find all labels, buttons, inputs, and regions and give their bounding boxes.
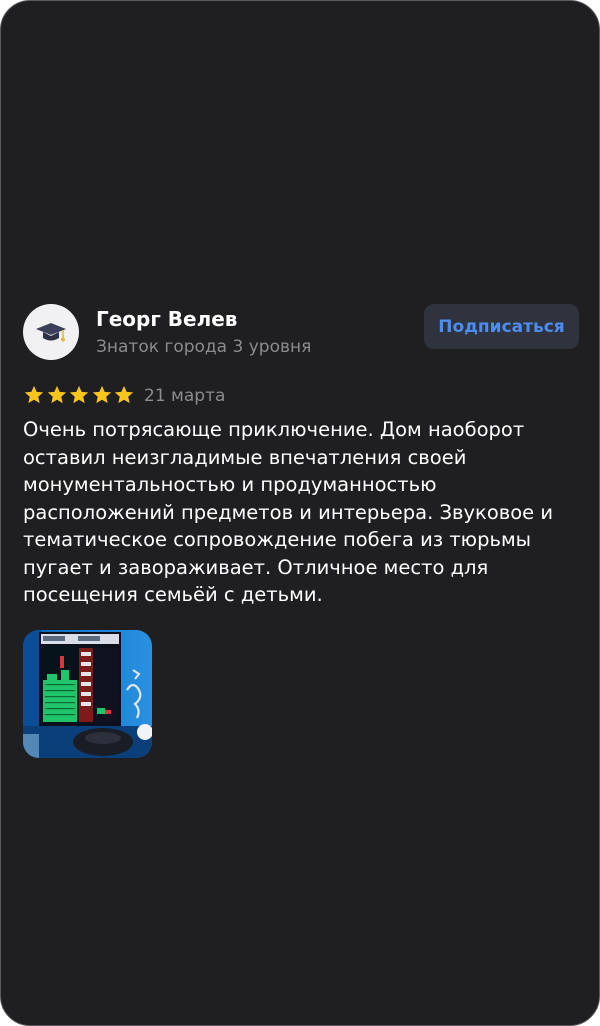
review-text: Очень потрясающе приключение. Дом наобор… [23,416,579,609]
subscribe-button[interactable]: Подписаться [424,304,579,349]
review-text-line: тематическое сопровождение побега из тюр… [23,528,532,551]
star-icon [69,385,89,404]
star-icon [47,385,66,404]
graduation-cap-icon [36,323,66,342]
star-icon [114,385,134,404]
review-text-line: монументальностью и продуманностью [23,473,437,496]
author-level: Знаток города 3 уровня [96,337,312,357]
star-icon [92,385,111,404]
rating-stars [23,384,136,408]
arcade-tetris-photo [23,630,152,758]
review-text-line: пугает и завораживает. Отличное место дл… [23,555,489,579]
review-text-line: посещения семьёй с детьми. [23,583,323,606]
author-name[interactable]: Георг Велев [96,306,237,332]
review-text-line: Очень потрясающе приключение. Дом наобор… [23,418,525,441]
review-text-line: оставил неизгладимые впечатления своей [23,445,467,469]
review-date: 21 марта [144,386,226,406]
review-photo[interactable] [23,630,152,758]
avatar[interactable] [23,304,79,360]
review-card: Георг Велев Знаток города 3 уровня Подпи… [0,0,600,1026]
review-text-line: расположений предметов и интерьера. Звук… [23,500,554,524]
star-icon [24,385,44,404]
